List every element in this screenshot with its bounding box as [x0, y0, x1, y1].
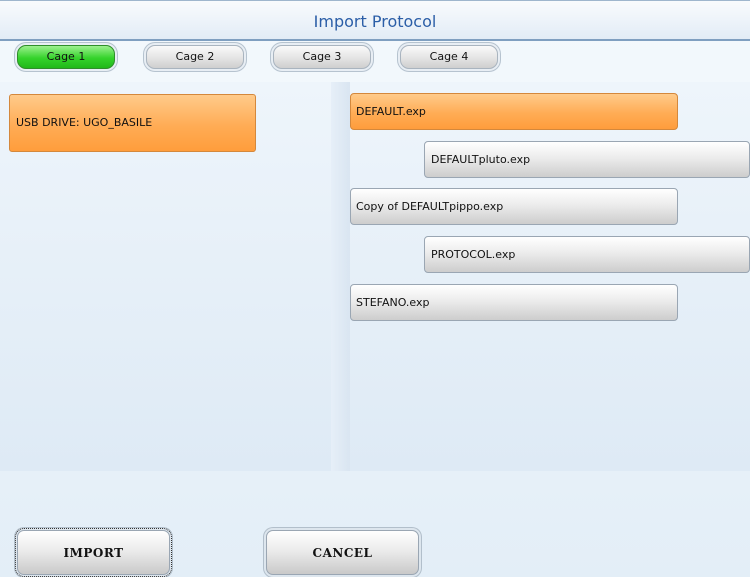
- cage-4-button[interactable]: Cage 4: [400, 45, 498, 69]
- file-item[interactable]: Copy of DEFAULTpippo.exp: [350, 188, 678, 225]
- file-item[interactable]: DEFAULT.exp: [350, 93, 678, 130]
- file-item[interactable]: STEFANO.exp: [350, 284, 678, 321]
- cage-2-button[interactable]: Cage 2: [146, 45, 244, 69]
- file-item[interactable]: DEFAULTpluto.exp: [424, 141, 750, 178]
- drive-item-usb[interactable]: USB DRIVE: UGO_BASILE: [9, 94, 256, 152]
- cage-1-button[interactable]: Cage 1: [17, 45, 115, 69]
- import-button[interactable]: IMPORT: [15, 528, 172, 577]
- file-item[interactable]: PROTOCOL.exp: [424, 236, 750, 273]
- import-protocol-dialog: Import Protocol Cage 1 Cage 2 Cage 3 Cag…: [0, 0, 750, 577]
- cancel-button[interactable]: CANCEL: [266, 530, 419, 575]
- dialog-title: Import Protocol: [313, 12, 437, 31]
- cage-3-button[interactable]: Cage 3: [273, 45, 371, 69]
- panel-divider: [331, 82, 350, 471]
- title-bar: Import Protocol: [0, 0, 750, 41]
